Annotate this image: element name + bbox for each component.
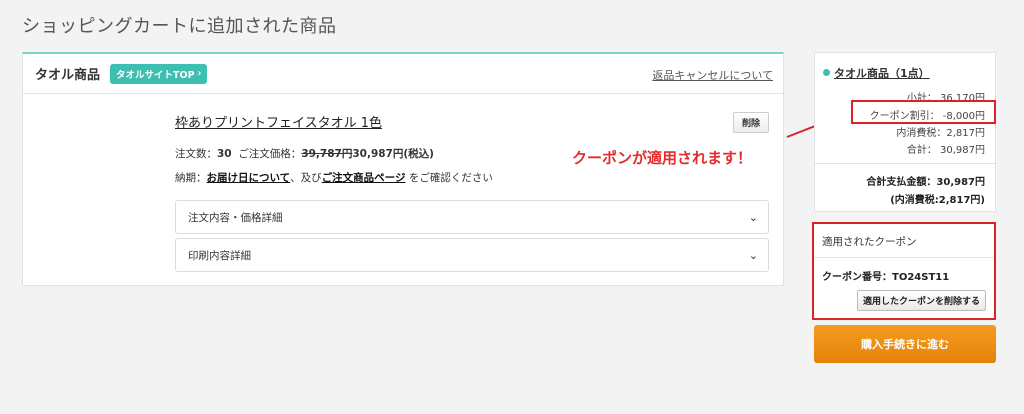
delete-button[interactable]: 削除 [732,112,769,133]
coupon-code: クーポン番号：TO24ST11 [822,272,950,283]
delivery-mid: 、及び [290,172,322,184]
order-details-label: 注文内容・価格詳細 [188,211,283,224]
grand-total-tax: (内消費税:2,817円) [890,195,985,206]
quantity-label: 注文数： [175,148,217,160]
price-label: ご注文価格： [238,148,302,160]
summary-title-link[interactable]: タオル商品（1点） [823,65,930,81]
dot-icon [823,69,830,76]
applied-coupon-panel: 適用されたクーポン クーポン番号：TO24ST11 適用したクーポンを削除する [812,222,996,320]
chevron-down-icon: ⌄ [748,249,758,262]
towel-site-top-button[interactable]: タオルサイトTOP › [110,63,208,84]
cart-title: タオル商品 [35,68,101,83]
original-price: 39,787円 [301,148,353,160]
delivery-prefix: 納期： [175,172,207,184]
remove-coupon-button[interactable]: 適用したクーポンを削除する [856,290,986,311]
return-cancel-link[interactable]: 返品キャンセルについて [652,67,773,83]
applied-coupon-heading: 適用されたクーポン [814,224,994,258]
print-details-accordion[interactable]: 印刷内容詳細 ⌄ [175,238,769,272]
total: 合計： 30,987円 [906,145,985,156]
chevron-down-icon: ⌄ [748,211,758,224]
page-title: ショッピングカートに追加された商品 [22,16,337,37]
delivery-suffix: をご確認ください [408,172,493,184]
delivery-date-link[interactable]: お届け日について [207,172,291,184]
cart-panel: タオル商品 タオルサイトTOP › 返品キャンセルについて 枠ありプリントフェイ… [22,52,784,286]
coupon-applied-annotation: クーポンが適用されます！ [572,149,753,167]
order-summary: タオル商品（1点） 小計： 36,170円 クーポン割引： -8,000円 内消… [814,52,996,212]
quantity-price-line: 注文数：30 ご注文価格：39,787円30,987円(税込) [175,146,434,161]
delivery-line: 納期：お届け日について、及びご注文商品ページ をご確認ください [175,170,493,185]
item-name-link[interactable]: 枠ありプリントフェイスタオル 1色 [175,112,382,131]
chevron-right-icon: › [197,68,202,79]
included-tax: 内消費税：2,817円 [896,128,985,139]
summary-title-label: タオル商品（1点） [834,67,930,80]
cart-header: タオル商品 タオルサイトTOP › 返品キャンセルについて [23,54,783,94]
order-page-link[interactable]: ご注文商品ページ [322,172,406,184]
summary-divider [815,163,995,164]
checkout-button[interactable]: 購入手続きに進む [814,325,996,363]
quantity-value: 30 [217,148,232,160]
coupon-highlight-box [851,100,996,124]
order-details-accordion[interactable]: 注文内容・価格詳細 ⌄ [175,200,769,234]
print-details-label: 印刷内容詳細 [188,249,251,262]
discounted-price: 30,987円(税込) [352,148,434,160]
grand-total: 合計支払金額：30,987円 [866,177,985,188]
towel-site-top-label: タオルサイトTOP [116,69,195,81]
